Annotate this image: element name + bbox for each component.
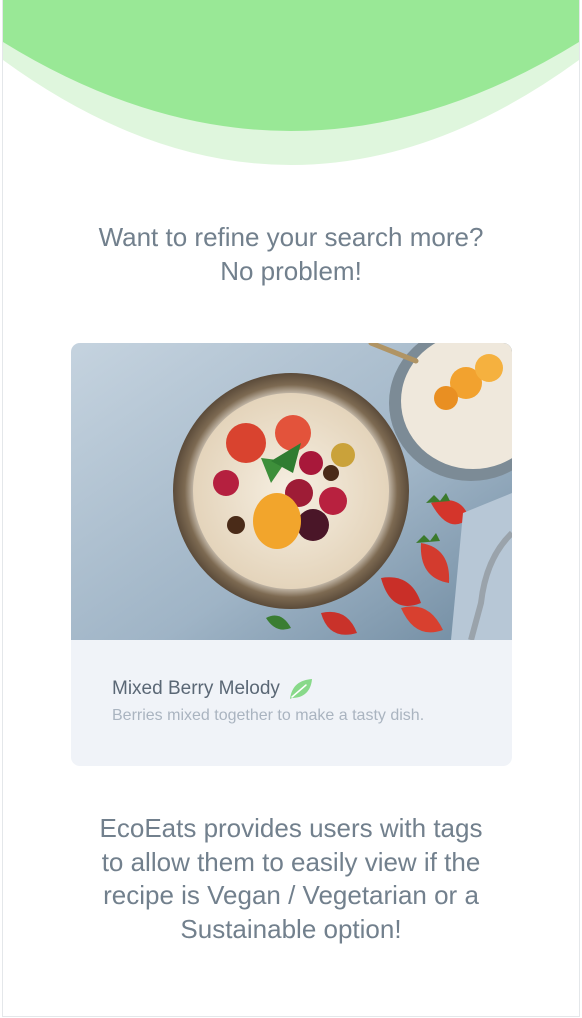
recipe-card[interactable]: Mixed Berry Melody Berries mixed togethe… (71, 343, 512, 766)
recipe-title-row: Mixed Berry Melody (112, 677, 314, 701)
header-wave-decoration (3, 0, 579, 165)
onboarding-screen: Want to refine your search more? No prob… (2, 0, 580, 1017)
intro-line-1: Want to refine your search more? (98, 222, 484, 252)
recipe-photo (71, 343, 512, 640)
outro-line-4: Sustainable option! (180, 913, 402, 944)
outro-line-2: to allow them to easily view if the (101, 846, 481, 877)
outro-text: EcoEats provides users with tags to allo… (3, 812, 579, 946)
intro-line-2: No problem! (220, 256, 362, 286)
leaf-icon (289, 679, 312, 699)
outro-line-1: EcoEats provides users with tags (99, 813, 483, 843)
intro-heading: Want to refine your search more? No prob… (3, 220, 579, 288)
recipe-description: Berries mixed together to make a tasty d… (112, 707, 425, 724)
outro-line-3: recipe is Vegan / Vegetarian or a (103, 880, 479, 910)
recipe-title: Mixed Berry Melody (112, 678, 280, 699)
